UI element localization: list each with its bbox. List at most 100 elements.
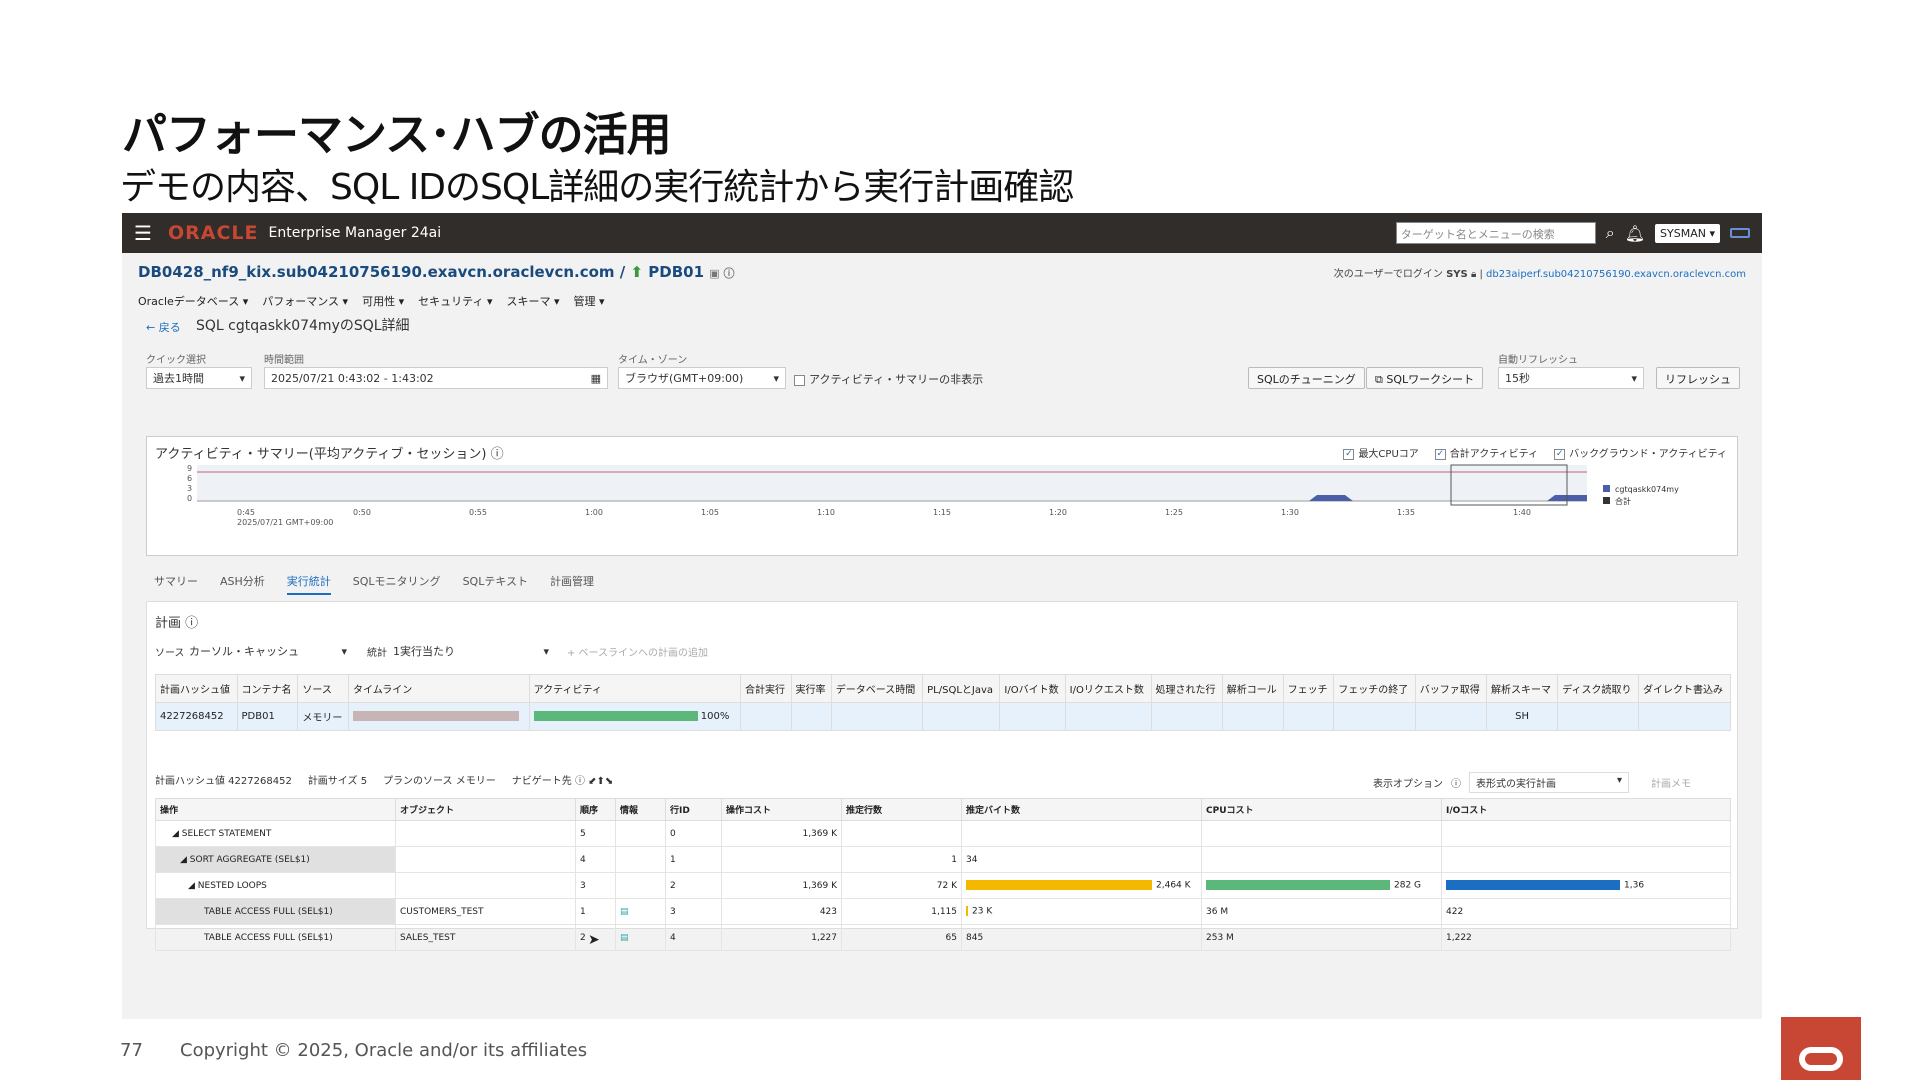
column-header[interactable]: I/Oリクエスト数 [1064, 674, 1152, 703]
metric-bar [1446, 880, 1620, 891]
column-header[interactable]: フェッチの終了 [1333, 674, 1416, 703]
column-header[interactable]: 合計実行 [739, 674, 792, 703]
column-header[interactable]: オブジェクト [395, 798, 576, 821]
dropdown-icon[interactable]: ▣ ⓘ [709, 267, 734, 280]
search-icon[interactable]: ⌕ [1606, 223, 1615, 243]
rows-cell [841, 820, 962, 847]
column-header[interactable]: 解析スキーマ [1485, 674, 1559, 703]
table-row[interactable]: ◢ SELECT STATEMENT 5 0 1,369 K [155, 820, 1731, 847]
max-cpu-checkbox[interactable]: ✓ 最大CPUコア [1343, 445, 1419, 460]
menu-admin[interactable]: 管理 ▾ [574, 293, 605, 309]
menu-schema[interactable]: スキーマ ▾ [506, 293, 559, 309]
top-bar: ☰ ORACLE Enterprise Manager 24ai ターゲット名と… [122, 213, 1762, 253]
source-dropdown[interactable]: カーソル・キャッシュ ▾ [183, 640, 353, 662]
chevron-down-icon: ▾ [1631, 371, 1637, 385]
column-header[interactable]: 処理された行 [1150, 674, 1223, 703]
pdb-name[interactable]: PDB01 [648, 263, 704, 281]
tab-plan-mgmt[interactable]: 計画管理 [550, 573, 594, 595]
auto-refresh-value: 15秒 [1505, 372, 1530, 385]
column-header[interactable]: タイムライン [347, 674, 530, 703]
column-header[interactable]: データベース時間 [830, 674, 924, 703]
cost-cell: 1,369 K [721, 872, 842, 899]
menu-security[interactable]: セキュリティ ▾ [418, 293, 492, 309]
info-icon[interactable]: ▤ [620, 907, 629, 917]
background-activity-checkbox[interactable]: ✓ バックグラウンド・アクティビティ [1554, 445, 1727, 460]
plan-memo-button[interactable]: 計画メモ [1651, 775, 1691, 790]
menu-availability[interactable]: 可用性 ▾ [362, 293, 404, 309]
table-row[interactable]: TABLE ACCESS FULL (SEL$1) CUSTOMERS_TEST 1… [155, 898, 1731, 925]
activity-chart[interactable]: 9 6 3 0 0:45 0:50 0:55 1:00 1:05 1:10 1:… [147, 463, 1739, 553]
tab-ash[interactable]: ASH分析 [220, 573, 265, 595]
checkbox-checked-icon[interactable]: ✓ [1343, 448, 1355, 460]
table-row[interactable]: TABLE ACCESS FULL (SEL$1) SALES_TEST 2 ▤ 4 1,… [155, 924, 1731, 951]
tab-summary[interactable]: サマリー [154, 573, 198, 595]
user-menu-button[interactable]: SYSMAN ▾ [1655, 223, 1720, 243]
host-link[interactable]: db23aiperf.sub04210756190.exavcn.oraclev… [1486, 269, 1746, 280]
sql-worksheet-button[interactable]: ⧉ SQLワークシート [1366, 367, 1484, 389]
column-header[interactable]: ディスク読取り [1557, 674, 1639, 703]
column-header[interactable]: 実行率 [790, 674, 832, 703]
checkbox-checked-icon[interactable]: ✓ [1554, 448, 1566, 460]
auto-refresh-dropdown[interactable]: 15秒 ▾ [1498, 367, 1644, 389]
metric-bar [966, 906, 968, 917]
column-header[interactable]: コンテナ名 [236, 674, 299, 703]
tab-sql-text[interactable]: SQLテキスト [463, 573, 528, 595]
table-row[interactable]: ◢ SORT AGGREGATE (SEL$1) 4 1 1 34 [155, 846, 1731, 873]
column-header[interactable]: I/Oコスト [1441, 798, 1731, 821]
column-header[interactable]: CPUコスト [1201, 798, 1442, 821]
metric-value: 845 [966, 932, 984, 943]
column-header[interactable]: ソース [297, 674, 349, 703]
checkbox-icon[interactable] [794, 374, 805, 386]
column-header[interactable]: 計画ハッシュ値 [155, 674, 238, 703]
target-name[interactable]: DB0428_nf9_kix.sub04210756190.exavcn.ora… [138, 263, 625, 281]
calendar-icon[interactable]: ▦ [591, 372, 601, 385]
display-option-dropdown[interactable]: 表形式の実行計画 ▾ [1469, 772, 1629, 793]
navigate-arrows-icon[interactable]: ⬋⬆⬊ [588, 776, 613, 787]
column-header[interactable]: 推定行数 [841, 798, 962, 821]
global-search-input[interactable]: ターゲット名とメニューの検索 [1395, 222, 1596, 244]
column-header[interactable]: アクティビティ [528, 674, 741, 703]
column-header[interactable]: 操作 [155, 798, 396, 821]
keyboard-icon[interactable] [1730, 228, 1750, 238]
bell-icon[interactable]: 🔔︎ [1625, 224, 1645, 243]
info-icon[interactable]: ⓘ [185, 616, 198, 631]
refresh-button[interactable]: リフレッシュ [1656, 367, 1740, 389]
column-header[interactable]: I/Oバイト数 [999, 674, 1066, 703]
column-header[interactable]: PL/SQLとJava [922, 674, 1001, 703]
table-row[interactable]: 4227268452 PDB01 メモリー 100% SH [155, 702, 1731, 731]
column-header[interactable]: バッファ取得 [1414, 674, 1487, 703]
hamburger-menu-icon[interactable]: ☰ [134, 221, 164, 245]
table-row[interactable]: ◢ NESTED LOOPS 3 2 1,369 K 72 K 2,464 K 282 G 1… [155, 872, 1731, 899]
add-baseline-button[interactable]: + ベースラインへの計画の追加 [567, 644, 708, 659]
back-link[interactable]: ← 戻る [146, 319, 181, 335]
column-header[interactable]: 情報 [615, 798, 666, 821]
rows-cell: 1 [841, 846, 962, 873]
menu-performance[interactable]: パフォーマンス ▾ [262, 293, 348, 309]
metric-value: 422 [1446, 906, 1464, 917]
column-header[interactable]: 行ID [665, 798, 722, 821]
column-header[interactable]: 推定バイト数 [961, 798, 1202, 821]
column-header[interactable]: 順序 [575, 798, 616, 821]
quick-select-dropdown[interactable]: 過去1時間 ▾ [146, 367, 252, 389]
timezone-dropdown[interactable]: ブラウザ(GMT+09:00) ▾ [618, 367, 786, 389]
chevron-down-icon: ▾ [239, 371, 245, 385]
metric-value: 253 M [1206, 932, 1234, 943]
menu-oracle-db[interactable]: Oracleデータベース ▾ [138, 293, 248, 309]
tab-sql-monitoring[interactable]: SQLモニタリング [353, 573, 441, 595]
hide-summary-checkbox[interactable]: アクティビティ・サマリーの非表示 [794, 371, 983, 387]
info-icon[interactable]: ▤ [620, 933, 629, 943]
time-range-input[interactable]: 2025/07/21 0:43:02 - 1:43:02 ▦ [264, 367, 608, 389]
checkbox-checked-icon[interactable]: ✓ [1434, 448, 1446, 460]
column-header[interactable]: ダイレクト書込み [1638, 674, 1731, 703]
info-icon[interactable]: ⓘ [491, 447, 504, 462]
column-header[interactable]: 操作コスト [721, 798, 842, 821]
column-header[interactable]: 解析コール [1221, 674, 1284, 703]
column-header[interactable]: フェッチ [1282, 674, 1335, 703]
info-icon[interactable]: ⓘ [575, 776, 585, 787]
tab-exec-stats[interactable]: 実行統計 [286, 573, 331, 595]
container-cell: PDB01 [236, 702, 299, 731]
sql-tuning-button[interactable]: SQLのチューニング [1248, 367, 1365, 389]
stat-dropdown[interactable]: 1実行当たり ▾ [387, 640, 555, 662]
total-activity-checkbox[interactable]: ✓ 合計アクティビティ [1434, 445, 1538, 460]
info-icon[interactable]: ⓘ [1451, 775, 1461, 790]
